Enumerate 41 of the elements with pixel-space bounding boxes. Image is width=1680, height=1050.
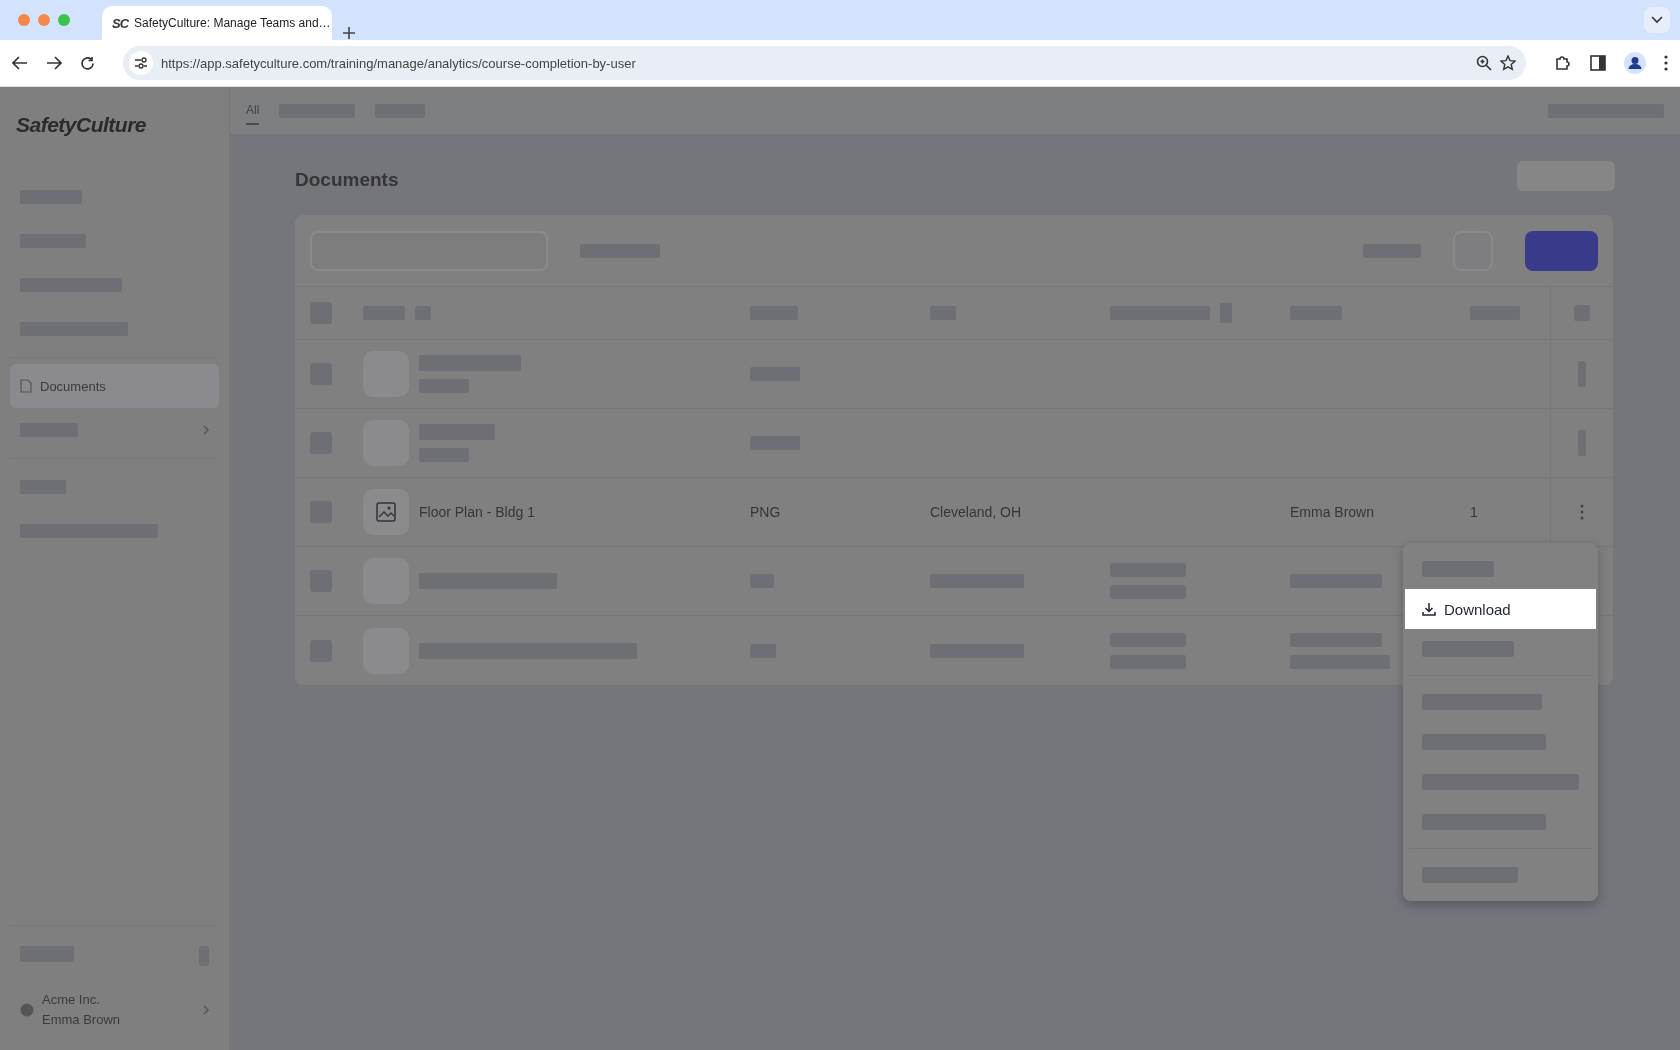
site-settings-button[interactable] bbox=[129, 51, 153, 75]
page-title: Documents bbox=[295, 169, 399, 191]
window-control-dot[interactable] bbox=[58, 14, 70, 26]
app-logo: SafetyCulture bbox=[16, 113, 148, 137]
table-cell-text: 1 bbox=[1470, 504, 1479, 520]
chevron-down-icon bbox=[1651, 16, 1663, 24]
profile-avatar-icon[interactable] bbox=[1624, 52, 1646, 74]
organization-name: Acme Inc. bbox=[42, 991, 101, 1009]
forward-icon[interactable] bbox=[46, 56, 62, 70]
sidebar-item[interactable]: Documents bbox=[10, 364, 219, 408]
org-icon bbox=[20, 1003, 34, 1017]
download-icon bbox=[1422, 602, 1436, 616]
url-text: https://app.safetyculture.com/training/manage/analytics/course-completion-by-user bbox=[161, 55, 637, 71]
side-panel-icon[interactable] bbox=[1590, 55, 1606, 71]
back-icon[interactable] bbox=[12, 56, 28, 70]
extension-icon[interactable] bbox=[1554, 54, 1572, 72]
table-cell-text: PNG bbox=[750, 504, 782, 520]
file-name[interactable]: Floor Plan - Bldg 1 bbox=[419, 504, 535, 520]
redacted-button[interactable] bbox=[1525, 230, 1598, 271]
star-icon[interactable] bbox=[1500, 55, 1516, 71]
reload-icon[interactable] bbox=[80, 55, 95, 71]
window-control-dot[interactable] bbox=[18, 14, 30, 26]
table-cell-text: Cleveland, OH bbox=[930, 504, 1023, 520]
document-icon bbox=[20, 379, 32, 393]
more-options-icon[interactable] bbox=[1664, 55, 1668, 71]
menu-item[interactable]: Download bbox=[1405, 589, 1596, 629]
sliders-icon bbox=[134, 57, 148, 69]
favicon: SC bbox=[112, 15, 129, 31]
account-switcher[interactable]: Acme Inc. Emma Brown bbox=[20, 990, 209, 1030]
new-tab-icon[interactable] bbox=[342, 26, 356, 40]
browser-tab[interactable]: SC SafetyCulture: Manage Teams and… bbox=[102, 6, 332, 40]
tab-search-button[interactable] bbox=[1644, 7, 1670, 33]
tab[interactable]: All bbox=[246, 96, 260, 125]
table-cell-text: Emma Brown bbox=[1290, 504, 1376, 520]
address-bar[interactable]: https://app.safetyculture.com/training/manage/analytics/course-completion-by-user bbox=[123, 46, 1526, 80]
window-control-dot[interactable] bbox=[38, 14, 50, 26]
user-name: Emma Brown bbox=[42, 1011, 121, 1029]
zoom-icon[interactable] bbox=[1476, 55, 1492, 71]
chevron-right-icon bbox=[203, 1005, 209, 1015]
image-icon bbox=[376, 502, 396, 522]
tab-title: SafetyCulture: Manage Teams and… bbox=[134, 16, 331, 30]
